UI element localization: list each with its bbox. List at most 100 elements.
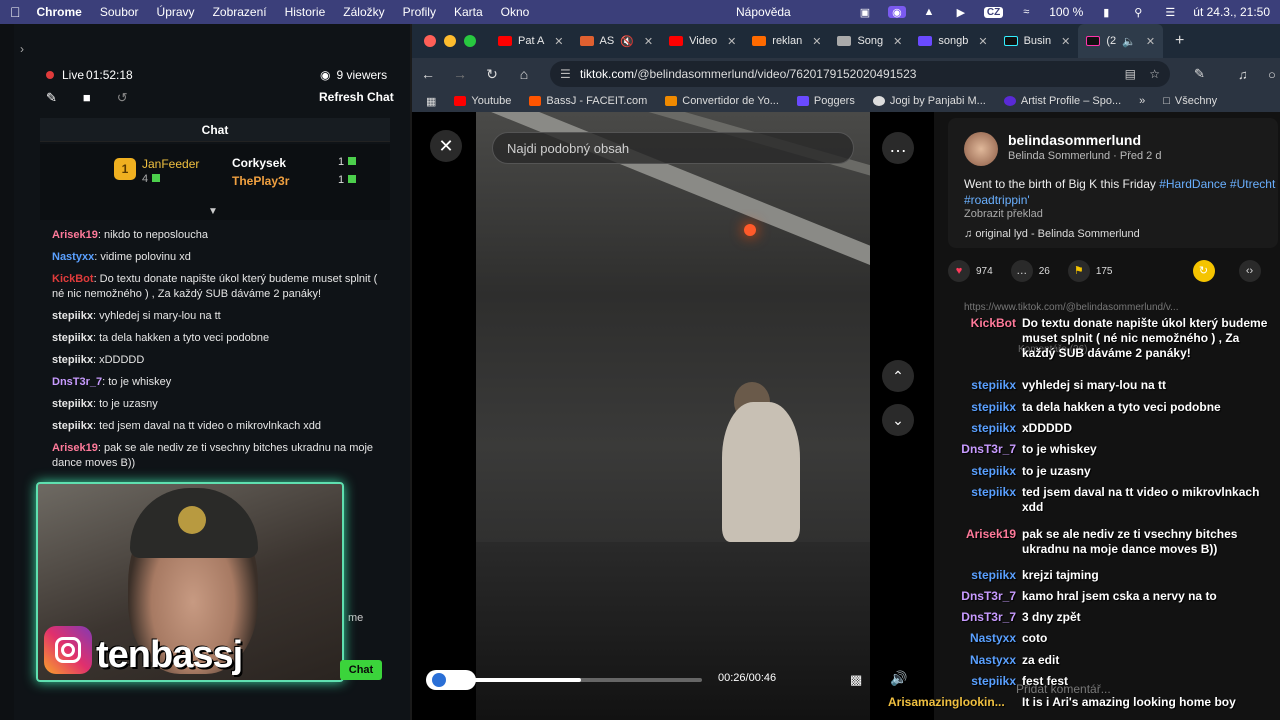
avatar[interactable] bbox=[964, 132, 998, 166]
overlay-chat-username[interactable]: stepiikx bbox=[971, 485, 1016, 500]
progress-bar[interactable] bbox=[426, 670, 702, 690]
collapse-arrow-icon[interactable]: › bbox=[20, 42, 24, 56]
close-tab-icon[interactable]: ✕ bbox=[812, 35, 821, 48]
menu-karta[interactable]: Karta bbox=[454, 5, 483, 19]
menu-napoveda[interactable]: Nápověda bbox=[736, 5, 791, 19]
overlay-chat-username[interactable]: stepiikx bbox=[971, 464, 1016, 479]
overlay-chat-username[interactable]: Nastyxx bbox=[970, 631, 1016, 646]
menu-zobrazeni[interactable]: Zobrazení bbox=[213, 5, 267, 19]
site-info-icon[interactable]: ☰ bbox=[560, 67, 571, 81]
menu-zalozky[interactable]: Záložky bbox=[343, 5, 384, 19]
chat-username[interactable]: stepiikx bbox=[52, 310, 93, 322]
share-icon[interactable]: ↺ bbox=[117, 90, 128, 106]
all-bookmarks[interactable]: □ Všechny bbox=[1163, 95, 1217, 107]
chat-username[interactable]: Arisek19 bbox=[52, 229, 98, 241]
screen-icon[interactable]: ▣ bbox=[856, 6, 874, 19]
browser-tab[interactable]: Song ✕ bbox=[829, 24, 910, 58]
bookmark-convertidor[interactable]: Convertidor de Yo... bbox=[665, 95, 779, 107]
chat-username[interactable]: Arisek19 bbox=[52, 442, 98, 454]
overlay-chat-username[interactable]: Arisek19 bbox=[966, 527, 1016, 542]
install-icon[interactable]: ▤ bbox=[1125, 67, 1136, 81]
chat-username[interactable]: stepiikx bbox=[52, 420, 93, 432]
maximize-window-button[interactable] bbox=[464, 35, 476, 47]
new-tab-button[interactable]: + bbox=[1175, 32, 1184, 50]
mute-icon[interactable]: 🔇 bbox=[620, 35, 634, 48]
gifter-name[interactable]: JanFeeder bbox=[142, 157, 199, 171]
menu-upravy[interactable]: Úpravy bbox=[157, 5, 195, 19]
bookmark-star-icon[interactable]: ☆ bbox=[1149, 67, 1160, 81]
overlay-chat-username[interactable]: DnsT3r_7 bbox=[961, 442, 1016, 457]
profile-icon[interactable]: ○ bbox=[1268, 67, 1276, 82]
audio-icon[interactable]: 🔈 bbox=[1122, 35, 1136, 48]
bookmark-faceit[interactable]: BassJ - FACEIT.com bbox=[529, 95, 647, 107]
bookmark-poggers[interactable]: Poggers bbox=[796, 95, 855, 107]
more-options-button[interactable]: … bbox=[882, 132, 914, 164]
people-icon[interactable]: ■ bbox=[83, 90, 91, 106]
menu-profily[interactable]: Profily bbox=[403, 5, 436, 19]
overlay-chat-username[interactable]: stepiikx bbox=[971, 400, 1016, 415]
search-input[interactable]: Najdi podobný obsah bbox=[492, 132, 854, 164]
chat-username[interactable]: Nastyxx bbox=[52, 251, 94, 263]
chat-username[interactable]: stepiikx bbox=[52, 398, 93, 410]
progress-knob[interactable] bbox=[426, 670, 476, 690]
control-center-icon[interactable]: ☰ bbox=[1161, 6, 1179, 19]
screen-record-icon[interactable]: ◉ bbox=[887, 6, 906, 19]
reload-button[interactable]: ↻ bbox=[476, 66, 508, 83]
bookmark-youtube[interactable]: Youtube bbox=[454, 95, 511, 107]
browser-tab[interactable]: Busin ✕ bbox=[996, 24, 1079, 58]
save-button[interactable]: ⚑ 175 bbox=[1067, 260, 1113, 282]
sound-link[interactable]: ♫ original lyd - Belinda Sommerlund bbox=[964, 228, 1140, 240]
browser-tab[interactable]: AS 🔇 ✕ bbox=[572, 24, 662, 58]
chat-username[interactable]: stepiikx bbox=[52, 354, 93, 366]
close-window-button[interactable] bbox=[424, 35, 436, 47]
browser-tab[interactable]: songb ✕ bbox=[910, 24, 995, 58]
overlay-chat-username[interactable]: DnsT3r_7 bbox=[961, 589, 1016, 604]
overlay-chat-username[interactable]: DnsT3r_7 bbox=[961, 610, 1016, 625]
battery-percent[interactable]: 100 % bbox=[1049, 5, 1083, 19]
search-icon[interactable]: ⚲ bbox=[1129, 6, 1147, 19]
back-button[interactable]: ← bbox=[412, 66, 444, 82]
previous-video-button[interactable]: ⌃ bbox=[882, 360, 914, 392]
overlay-chat-username[interactable]: stepiikx bbox=[971, 674, 1016, 689]
close-tab-icon[interactable]: ✕ bbox=[644, 35, 653, 48]
chat-username[interactable]: DnsT3r_7 bbox=[52, 376, 102, 388]
menu-app-chrome[interactable]: Chrome bbox=[37, 5, 82, 19]
author-name[interactable]: belindasommerlund bbox=[1008, 132, 1141, 148]
chevron-down-icon[interactable]: ▼ bbox=[208, 206, 218, 217]
overlay-chat-username[interactable]: stepiikx bbox=[971, 378, 1016, 393]
menu-historie[interactable]: Historie bbox=[285, 5, 326, 19]
edit-icon[interactable]: ✎ bbox=[46, 90, 57, 106]
menu-okno[interactable]: Okno bbox=[501, 5, 530, 19]
chat-username[interactable]: KickBot bbox=[52, 273, 94, 285]
embed-icon[interactable]: ‹› bbox=[1238, 260, 1267, 282]
battery-icon[interactable]: ▮ bbox=[1097, 6, 1115, 19]
overlay-chat-username[interactable]: Nastyxx bbox=[970, 653, 1016, 668]
gifter-name[interactable]: Corkysek bbox=[232, 156, 286, 170]
apps-icon[interactable]: ▦ bbox=[426, 95, 436, 108]
wifi-icon[interactable]: ≈ bbox=[1017, 6, 1035, 18]
clock[interactable]: út 24.3., 21:50 bbox=[1193, 5, 1270, 19]
share-icon[interactable]: ↻ bbox=[1192, 260, 1221, 282]
gifter-name[interactable]: ThePlay3r bbox=[232, 174, 289, 188]
address-bar[interactable]: ☰ tiktok.com/@belindasommerlund/video/76… bbox=[550, 61, 1170, 87]
video-url[interactable]: https://www.tiktok.com/@belindasommerlun… bbox=[964, 302, 1264, 313]
browser-tab[interactable]: reklan ✕ bbox=[744, 24, 829, 58]
close-tab-icon[interactable]: ✕ bbox=[893, 35, 902, 48]
home-button[interactable]: ⌂ bbox=[508, 66, 540, 82]
browser-tab-active[interactable]: (2 🔈 ✕ bbox=[1078, 24, 1164, 58]
media-icon[interactable]: ♫ bbox=[1238, 67, 1248, 82]
close-video-button[interactable]: ✕ bbox=[430, 130, 462, 162]
menu-soubor[interactable]: Soubor bbox=[100, 5, 139, 19]
overlay-chat-username[interactable]: stepiikx bbox=[971, 568, 1016, 583]
browser-tab[interactable]: Video ✕ bbox=[661, 24, 744, 58]
like-button[interactable]: ♥ 974 bbox=[948, 260, 993, 282]
minimize-window-button[interactable] bbox=[444, 35, 456, 47]
chat-username[interactable]: stepiikx bbox=[52, 332, 93, 344]
translate-link[interactable]: Zobrazit překlad bbox=[964, 208, 1043, 220]
close-tab-icon[interactable]: ✕ bbox=[1146, 35, 1155, 48]
pip-icon[interactable]: ▩ bbox=[850, 672, 862, 688]
browser-tab[interactable]: Pat A ✕ bbox=[490, 24, 572, 58]
bookmark-jogi[interactable]: Jogi by Panjabi M... bbox=[872, 95, 986, 107]
chat-button[interactable]: Chat bbox=[340, 660, 382, 680]
bookmark-spotify[interactable]: Artist Profile – Spo... bbox=[1003, 95, 1121, 107]
